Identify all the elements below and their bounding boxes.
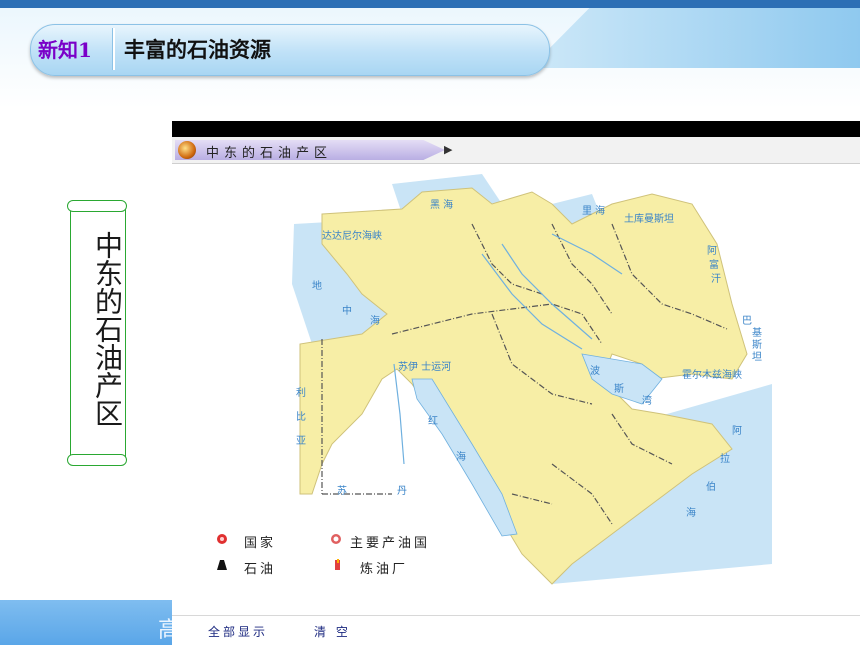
- pakistan-label-2: 基: [752, 326, 762, 339]
- header-strip: [0, 0, 860, 8]
- afghan-label-3: 汗: [711, 272, 721, 285]
- play-arrow-icon[interactable]: ▶: [444, 143, 452, 156]
- pakistan-label-1: 巴: [742, 315, 752, 327]
- map-window-topbar: [172, 121, 860, 137]
- scroll-curl-top: [67, 200, 127, 212]
- red-sea-label-2: 海: [456, 450, 466, 463]
- sudan-label-2: 丹: [397, 485, 407, 497]
- afghan-label-1: 阿: [707, 245, 717, 257]
- hormuz-label: 霍尔木兹海峡: [682, 368, 742, 381]
- show-all-button[interactable]: 全部显示: [208, 623, 268, 640]
- gulf-label-2: 斯: [614, 382, 624, 395]
- legend-oil[interactable]: 石油: [244, 558, 276, 577]
- globe-icon: [178, 141, 196, 159]
- page-title: 丰富的石油资源: [124, 38, 271, 62]
- legend-major-oil-country[interactable]: 主要产油国: [350, 532, 430, 551]
- afghan-label-2: 富: [709, 258, 719, 271]
- libya-label-2: 比: [296, 411, 306, 423]
- legend-refinery[interactable]: 炼油厂: [360, 558, 408, 577]
- black-sea-label: 黑 海: [430, 198, 453, 211]
- scroll-label-text: 中东的石油产区: [91, 231, 124, 427]
- map-window: 中东的石油产区 ▶ 黑 海 里 海 地 中 海 土库曼斯坦 阿 富 汗 巴 基 …: [172, 121, 860, 646]
- map-footer: [172, 615, 860, 646]
- arabian-label-3: 伯: [706, 480, 716, 493]
- med-label-1: 地: [312, 279, 322, 292]
- legend-country[interactable]: 国家: [244, 532, 276, 551]
- map-title: 中东的石油产区: [206, 146, 333, 161]
- caspian-label: 里 海: [582, 204, 605, 217]
- major-oil-country-icon[interactable]: [330, 533, 342, 545]
- gulf-label-3: 湾: [642, 394, 652, 407]
- refinery-icon[interactable]: [332, 559, 344, 571]
- section-tag: 新知1: [38, 38, 92, 62]
- title-banner: [30, 24, 550, 76]
- arabian-label-1: 阿: [732, 425, 742, 437]
- scroll-label: 中东的石油产区: [67, 200, 127, 466]
- med-label-2: 中: [342, 304, 352, 317]
- sudan-label-1: 苏: [337, 484, 347, 497]
- pakistan-label-4: 坦: [752, 350, 762, 363]
- arabian-label-4: 海: [686, 506, 696, 519]
- med-label-3: 海: [370, 314, 380, 327]
- suez-label: 苏伊 士运河: [398, 360, 451, 373]
- turkmen-label: 土库曼斯坦: [624, 212, 674, 225]
- dardanelles-label: 达达尼尔海峡: [322, 229, 382, 242]
- oil-well-icon[interactable]: [216, 559, 228, 571]
- country-marker-icon[interactable]: [216, 533, 228, 545]
- scroll-curl-bottom: [67, 454, 127, 466]
- gulf-label-1: 波: [590, 364, 600, 377]
- clear-button[interactable]: 清 空: [314, 623, 351, 640]
- libya-label-1: 利: [296, 387, 306, 399]
- title-divider: [112, 28, 115, 70]
- arabian-label-2: 拉: [720, 452, 730, 465]
- pakistan-label-3: 斯: [752, 338, 762, 351]
- libya-label-3: 亚: [296, 436, 306, 447]
- red-sea-label-1: 红: [428, 414, 438, 427]
